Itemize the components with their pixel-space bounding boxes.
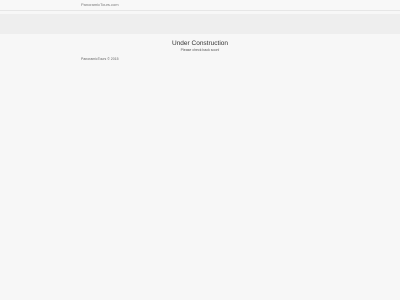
main-content: Under Construction Please check back soo… xyxy=(0,39,400,53)
top-navbar: PanoramicTours.com xyxy=(0,0,400,11)
status-message: Please check back soon! xyxy=(180,48,220,52)
copyright-text: PanoramicTours © 2015 xyxy=(81,57,119,61)
banner xyxy=(0,14,400,34)
page-title: Under Construction xyxy=(172,40,228,47)
page: PanoramicTours.com Under Construction Pl… xyxy=(0,0,400,300)
site-name-link[interactable]: PanoramicTours.com xyxy=(81,2,119,8)
